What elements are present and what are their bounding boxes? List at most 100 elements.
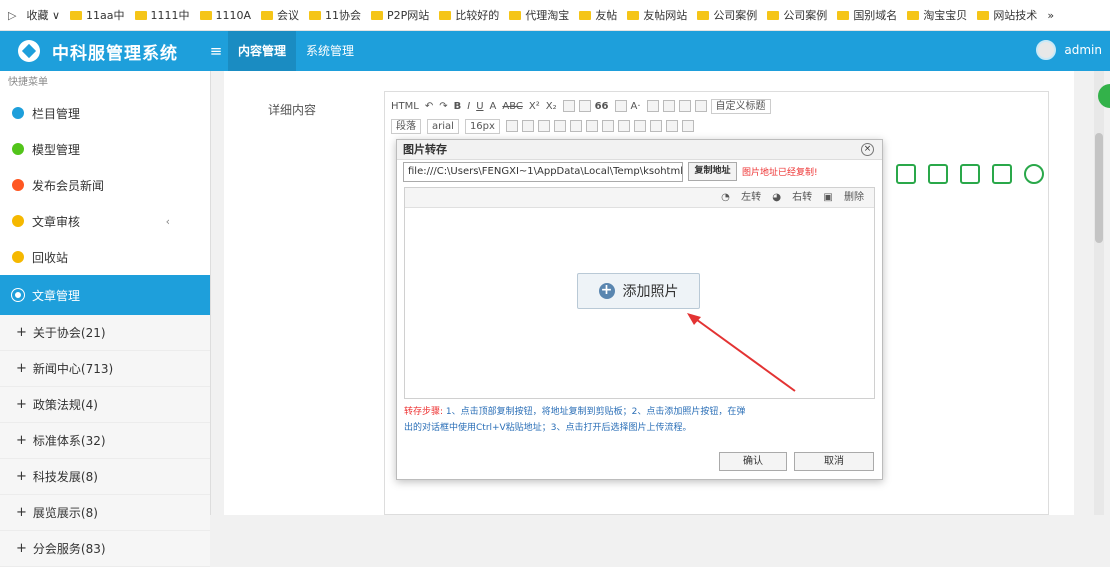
- user-menu[interactable]: admin: [1036, 40, 1102, 60]
- bookmark-item[interactable]: 会议: [261, 7, 299, 23]
- add-photo-label: 添加照片: [622, 284, 679, 300]
- bookmark-expand-icon[interactable]: ▷: [8, 9, 16, 22]
- align-center-icon[interactable]: [553, 120, 566, 132]
- confirm-button[interactable]: 确认: [719, 452, 787, 471]
- logo[interactable]: 中科服管理系统: [0, 39, 200, 64]
- app-header: 中科服管理系统 ≡ 内容管理 系统管理 admin: [0, 31, 1110, 71]
- delete-button[interactable]: ▣ 删除: [823, 192, 864, 203]
- bookmark-item[interactable]: P2P网站: [371, 7, 429, 23]
- sidebar-subitem[interactable]: + 新闻中心(713): [0, 351, 210, 387]
- link-icon[interactable]: [601, 120, 614, 132]
- bookmark-item[interactable]: 代理淘宝: [509, 7, 569, 23]
- line-height-icon[interactable]: [694, 100, 707, 112]
- save-icon[interactable]: [681, 120, 694, 132]
- emoji-icon[interactable]: [665, 120, 678, 132]
- font-color-icon[interactable]: A·: [631, 101, 641, 112]
- editor-toolbar-row: HTML ↶ ↷ B I U A ABC X² X₂ 66 A· 自定义标题: [385, 96, 1048, 116]
- subscript-icon[interactable]: X₂: [546, 101, 557, 112]
- sidebar-subitem[interactable]: + 科技发展(8): [0, 459, 210, 495]
- image-url-input[interactable]: file:///C:\Users\FENGXI~1\AppData\Local\…: [403, 162, 683, 182]
- anchor-icon[interactable]: [617, 120, 630, 132]
- paragraph-select[interactable]: 段落: [391, 118, 421, 134]
- table-icon[interactable]: [633, 120, 646, 132]
- align-right-icon[interactable]: [569, 120, 582, 132]
- settings-icon[interactable]: [1024, 164, 1044, 184]
- sidebar-subitem[interactable]: + 分会服务(83): [0, 531, 210, 567]
- menu-toggle-icon[interactable]: ≡: [204, 42, 228, 60]
- add-photo-button[interactable]: + 添加照片: [577, 273, 700, 309]
- bookmark-label: 国别域名: [853, 9, 898, 22]
- cancel-button[interactable]: 取消: [794, 452, 874, 471]
- page-scrollbar[interactable]: [1094, 71, 1104, 515]
- copy-address-button[interactable]: 复制地址: [688, 162, 737, 181]
- quote-icon[interactable]: 66: [595, 101, 609, 112]
- direction-icon[interactable]: [505, 120, 518, 132]
- bookmark-item[interactable]: 友帖: [579, 7, 617, 23]
- bookmark-item[interactable]: 1110A: [199, 9, 251, 22]
- sidebar-subitem[interactable]: + 政策法规(4): [0, 387, 210, 423]
- mobile-icon[interactable]: [896, 164, 916, 184]
- strikethrough-icon[interactable]: ABC: [502, 101, 523, 112]
- bookmark-label: P2P网站: [387, 9, 430, 22]
- scrollbar-thumb[interactable]: [1095, 133, 1103, 243]
- bookmark-label: 11协会: [325, 9, 362, 22]
- list-icon[interactable]: [646, 100, 659, 112]
- bookmark-item[interactable]: 网站技术: [977, 7, 1037, 23]
- bookmark-item[interactable]: 11aa中: [70, 7, 125, 23]
- bookmark-item[interactable]: 1111中: [134, 7, 190, 23]
- font-family-select[interactable]: arial: [427, 118, 459, 134]
- sidebar-item-publish[interactable]: 发布会员新闻: [0, 167, 210, 203]
- bookmark-item[interactable]: 友帖网站: [627, 7, 687, 23]
- bold-icon[interactable]: B: [454, 101, 462, 112]
- bookmark-item[interactable]: 淘宝宝贝: [907, 7, 967, 23]
- format-icon[interactable]: [562, 100, 575, 112]
- justify-icon[interactable]: [585, 120, 598, 132]
- sidebar-subitem[interactable]: + 展览展示(8): [0, 495, 210, 531]
- sidebar-subitem[interactable]: + 关于协会(21): [0, 315, 210, 351]
- sidebar-item-model[interactable]: 模型管理: [0, 131, 210, 167]
- font-border-icon[interactable]: A: [490, 101, 497, 112]
- ordered-list-icon[interactable]: [662, 100, 675, 112]
- bookmark-item[interactable]: 11协会: [309, 7, 361, 23]
- superscript-icon[interactable]: X²: [529, 101, 540, 112]
- paste-icon[interactable]: [614, 100, 627, 112]
- align-left-icon[interactable]: [537, 120, 550, 132]
- sidebar-item-articles[interactable]: 文章管理: [0, 275, 210, 315]
- rotate-left-button[interactable]: ◔ 左转: [721, 192, 761, 203]
- clear-format-icon[interactable]: [578, 100, 591, 112]
- bookmarks-more-button[interactable]: »: [1047, 9, 1054, 22]
- image-icon[interactable]: [649, 120, 662, 132]
- folder-icon: [309, 10, 322, 20]
- bookmark-item[interactable]: 比较好的: [439, 7, 499, 23]
- sidebar-item-label: 发布会员新闻: [32, 178, 105, 193]
- sidebar-subitem-label: 科技发展(8): [32, 470, 98, 484]
- bookmark-item[interactable]: 收藏 ∨: [26, 7, 60, 23]
- tab-system-management[interactable]: 系统管理: [296, 31, 364, 71]
- custom-title-select[interactable]: 自定义标题: [710, 98, 771, 114]
- preview-icon[interactable]: [960, 164, 980, 184]
- sidebar-subitem-label: 关于协会(21): [32, 326, 106, 340]
- html-button[interactable]: HTML: [391, 101, 419, 112]
- paragraph-icon[interactable]: [521, 120, 534, 132]
- sidebar-subitem[interactable]: + 标准体系(32): [0, 423, 210, 459]
- underline-icon[interactable]: U: [476, 101, 483, 112]
- sidebar-item-review[interactable]: 文章审核 ‹: [0, 203, 210, 239]
- bookmark-item[interactable]: 国别域名: [837, 7, 897, 23]
- redo-icon[interactable]: ↷: [439, 101, 447, 112]
- tab-content-management[interactable]: 内容管理: [228, 31, 297, 71]
- italic-icon[interactable]: I: [467, 101, 470, 112]
- export-icon[interactable]: [992, 164, 1012, 184]
- fullscreen-icon[interactable]: [928, 164, 948, 184]
- sidebar-item-label: 文章审核: [32, 214, 81, 229]
- folder-icon: [977, 10, 990, 20]
- bookmark-item[interactable]: 公司案例: [697, 7, 757, 23]
- close-icon[interactable]: ×: [861, 143, 874, 156]
- sidebar-item-recycle[interactable]: 回收站: [0, 239, 210, 275]
- sidebar-item-column[interactable]: 栏目管理: [0, 95, 210, 131]
- rotate-right-button[interactable]: ◕ 右转: [772, 192, 812, 203]
- font-size-select[interactable]: 16px: [464, 118, 500, 134]
- bookmark-item[interactable]: 公司案例: [767, 7, 827, 23]
- align-icon[interactable]: [678, 100, 691, 112]
- plus-icon: +: [16, 541, 27, 556]
- undo-icon[interactable]: ↶: [425, 101, 433, 112]
